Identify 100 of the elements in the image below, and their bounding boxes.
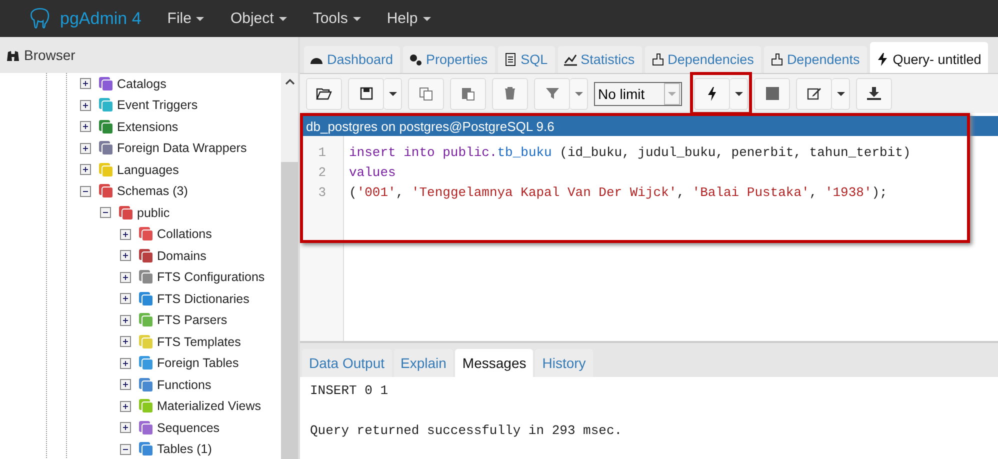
collapse-icon[interactable] [100,207,111,218]
expand-icon[interactable] [80,100,91,111]
pencil-icon [806,87,822,100]
scrollbar[interactable] [281,73,298,459]
caret-icon [836,92,844,96]
tree-item[interactable]: Schemas (3) [117,184,188,198]
collapse-icon[interactable] [120,444,131,455]
code-editor[interactable]: insert into public.tb_buku (id_buku, judul_buku, penerbit, tahun_terbit) values ('001', 'Tenggelamnya Kapal Van Der Wijck', 'Balai Pustaka', '1938'); [344,136,998,341]
menu-item[interactable]: Help [386,10,431,27]
tree-item[interactable]: public [137,206,170,220]
menu-item[interactable]: Tools [312,10,361,27]
line-chart-icon [564,53,577,66]
scroll-up-icon[interactable] [284,79,294,85]
lightning-icon [876,53,889,66]
tree-item[interactable]: FTS Parsers [157,313,228,328]
filter-button[interactable] [534,78,570,110]
copy-button[interactable] [408,78,444,110]
result-tab[interactable]: Data Output [302,349,392,377]
download-icon [867,87,881,100]
filter-icon [546,87,558,100]
app-title: pgAdmin 4 [60,8,142,28]
delete-button[interactable] [492,78,528,110]
stop-icon [766,87,778,100]
panel-tab[interactable]: Statistics [558,46,642,73]
code-line: values [349,165,397,182]
tree-item[interactable]: Collations [157,227,212,242]
scrollbar-thumb[interactable] [281,162,298,459]
expand-icon[interactable] [80,78,91,90]
tree-item[interactable]: Functions [157,378,212,392]
expand-icon[interactable] [80,164,91,176]
tree-item[interactable]: Catalogs [117,76,166,91]
result-tab[interactable]: Explain [394,349,454,377]
dropdown-button[interactable] [730,78,748,110]
menu-item[interactable]: Object [230,10,287,27]
select-arrow-button[interactable] [664,82,680,104]
tree-item[interactable]: Event Triggers [117,98,198,112]
caret-icon [422,16,431,20]
line-number: 1 [317,145,327,162]
tree-item[interactable]: Domains [157,248,206,263]
folder-icon [316,87,332,100]
tree-item[interactable]: FTS Configurations [157,270,265,284]
save-button[interactable] [348,78,384,110]
panel-tab[interactable]: Dependents [764,46,867,73]
expand-icon[interactable] [120,422,131,434]
expand-icon[interactable] [120,250,131,262]
stop-button[interactable] [754,78,790,110]
caret-icon [668,92,676,96]
tree-item[interactable]: Tables (1) [157,442,212,456]
edit-button[interactable] [796,78,832,110]
result-tab[interactable]: History [535,349,593,377]
open-file-button[interactable] [306,78,342,110]
expand-icon[interactable] [120,272,131,283]
code-line: insert into public.tb_buku (id_buku, judul_buku, penerbit, tahun_terbit) [349,145,912,162]
trash-icon [504,87,516,100]
select-value: No limit [598,86,645,102]
line-number: 2 [317,165,327,182]
panel-tab[interactable]: Query- untitled [870,42,988,73]
binoculars-icon [6,48,20,62]
panel-tab[interactable]: SQL [498,46,555,73]
collapse-icon[interactable] [80,186,91,197]
expand-icon[interactable] [120,293,131,304]
panel-tab[interactable]: Dependencies [644,46,761,73]
expand-icon[interactable] [120,314,131,326]
expand-icon[interactable] [120,358,131,369]
tree-item[interactable]: Foreign Tables [157,356,239,370]
document-icon [504,53,517,66]
expand-icon[interactable] [120,228,131,240]
panel-title: Browser [24,47,76,63]
download-button[interactable] [856,78,892,110]
menu-item[interactable]: File [167,10,204,27]
expand-icon[interactable] [120,379,131,390]
expand-icon[interactable] [120,400,131,412]
paste-button[interactable] [450,78,486,110]
tree-item[interactable]: Extensions [117,120,178,134]
expand-icon[interactable] [120,336,131,348]
code-line: ('001', 'Tenggelamnya Kapal Van Der Wijck', 'Balai Pustaka', '1938'); [349,185,888,202]
dropdown-button[interactable] [384,78,402,110]
caret-icon [278,16,287,20]
connection-label: db_postgres on postgres@PostgreSQL 9.6 [306,118,554,134]
caret-icon [352,16,361,20]
execute-button[interactable] [694,78,730,110]
copy-icon [419,86,433,100]
expand-icon[interactable] [80,121,91,132]
tree-item[interactable]: Languages [117,162,179,177]
caret-icon [734,92,742,96]
caret-icon [388,92,396,96]
tree-item[interactable]: Materialized Views [157,399,261,414]
caret-icon [574,92,582,96]
expand-icon[interactable] [80,142,91,154]
panel-tab[interactable]: Properties [403,46,495,73]
tree-item[interactable]: FTS Templates [157,334,241,349]
row-limit-select[interactable]: No limit [594,82,682,106]
dropdown-button[interactable] [832,78,850,110]
panel-tab[interactable]: Dashboard [304,46,400,73]
result-tab[interactable]: Messages [455,349,534,377]
tree-item[interactable]: Sequences [157,420,220,435]
lightning-icon [707,86,717,100]
tree-item[interactable]: FTS Dictionaries [157,292,250,306]
tree-item[interactable]: Foreign Data Wrappers [117,141,247,156]
paste-icon [461,86,475,100]
